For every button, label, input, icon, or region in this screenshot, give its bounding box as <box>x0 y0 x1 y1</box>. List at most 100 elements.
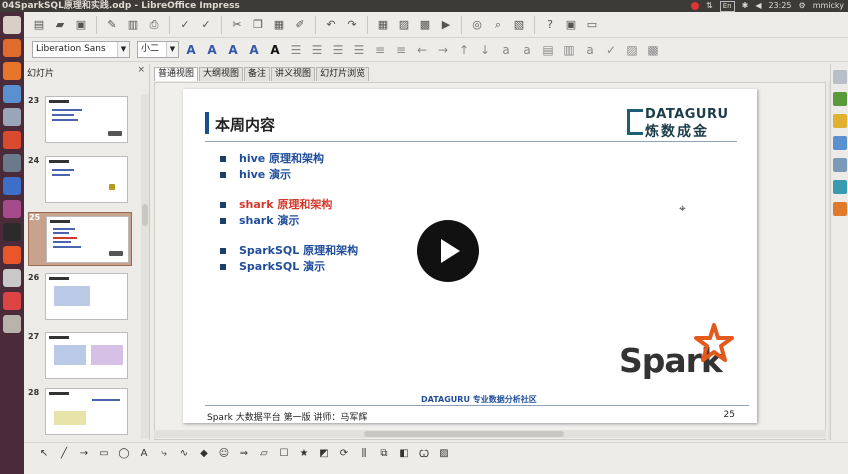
area-color-icon[interactable]: ▩ <box>644 41 662 59</box>
video-play-button[interactable] <box>417 220 479 282</box>
terminal-alt-icon[interactable] <box>3 108 21 126</box>
select-arrow-icon[interactable]: ↖ <box>36 446 52 460</box>
slide-thumbnail[interactable]: 24 <box>28 156 134 210</box>
scrollbar-thumb[interactable] <box>364 431 564 437</box>
rotate-icon[interactable]: ⟳ <box>336 446 352 460</box>
record-icon[interactable] <box>691 2 700 10</box>
symbol-shapes-icon[interactable]: ☺ <box>216 446 232 460</box>
bullet-list[interactable]: hive 原理和架构 hive 演示 shark 原理和架构 shark 演示 … <box>219 151 358 275</box>
rectangle-icon[interactable]: ▭ <box>96 446 112 460</box>
master-slides-icon[interactable] <box>833 92 847 106</box>
italic-icon[interactable]: A <box>203 41 221 59</box>
horizontal-scrollbar[interactable] <box>154 430 826 438</box>
cut-icon[interactable]: ✂ <box>228 16 246 34</box>
slideshow-icon[interactable]: ▣ <box>562 16 580 34</box>
settings-icon[interactable] <box>3 154 21 172</box>
network-icon[interactable]: ⇅ <box>706 0 713 12</box>
spellcheck-icon[interactable]: ✓ <box>176 16 194 34</box>
user-name[interactable]: mmicky <box>813 0 844 12</box>
gear-icon[interactable]: ⚙ <box>799 0 806 12</box>
slide-thumbnail[interactable]: 27 <box>28 332 134 386</box>
numbering-icon[interactable]: ≡ <box>392 41 410 59</box>
underline-icon[interactable]: A <box>224 41 242 59</box>
properties-icon[interactable] <box>833 70 847 84</box>
align-right-icon[interactable]: ☰ <box>329 41 347 59</box>
text-icon[interactable]: A <box>136 446 152 460</box>
slide-thumbnail[interactable]: 23 <box>28 96 134 150</box>
picture-icon[interactable]: ▩ <box>416 16 434 34</box>
bold-icon[interactable]: A <box>182 41 200 59</box>
clone-format-icon[interactable]: ✐ <box>291 16 309 34</box>
paragraph-icon[interactable]: ▥ <box>560 41 578 59</box>
font-color-icon[interactable]: A <box>266 41 284 59</box>
font-name-combo[interactable]: Liberation Sans ▼ <box>32 41 130 58</box>
movie-icon[interactable]: ▶ <box>437 16 455 34</box>
arrow-line-icon[interactable]: → <box>76 446 92 460</box>
navigator-icon[interactable]: ◎ <box>468 16 486 34</box>
dash-icon[interactable] <box>3 16 21 34</box>
bluetooth-icon[interactable]: ✱ <box>742 0 749 12</box>
styles-icon[interactable] <box>833 158 847 172</box>
callouts-icon[interactable]: ☐ <box>276 446 292 460</box>
gallery-sidebar-icon[interactable] <box>833 180 847 194</box>
tab-slide-sorter[interactable]: 幻灯片浏览 <box>316 67 370 81</box>
spelling-icon[interactable]: ✓ <box>602 41 620 59</box>
text-editor-icon[interactable] <box>3 200 21 218</box>
increase-font-icon[interactable]: a <box>497 41 515 59</box>
arrow-left-icon[interactable]: ← <box>413 41 431 59</box>
line-spacing-icon[interactable]: ▤ <box>539 41 557 59</box>
impress-icon[interactable] <box>3 246 21 264</box>
open-folder-icon[interactable]: ▰ <box>51 16 69 34</box>
align-icon[interactable]: ⫼ <box>356 446 372 460</box>
undo-icon[interactable]: ↶ <box>322 16 340 34</box>
shapes-icon[interactable]: ◆ <box>196 446 212 460</box>
new-slide-icon[interactable]: ▭ <box>583 16 601 34</box>
table-icon[interactable]: ▦ <box>374 16 392 34</box>
slide-panel-scrollbar[interactable] <box>141 94 149 438</box>
line-icon[interactable]: ╱ <box>56 446 72 460</box>
font-size-combo[interactable]: 小二 ▼ <box>137 41 179 58</box>
fontwork-icon[interactable]: ▨ <box>623 41 641 59</box>
print-icon[interactable]: ⎙ <box>145 16 163 34</box>
character-icon[interactable]: a <box>581 41 599 59</box>
copy-icon[interactable]: ❐ <box>249 16 267 34</box>
tab-normal[interactable]: 普通视图 <box>154 67 199 81</box>
decrease-font-icon[interactable]: a <box>518 41 536 59</box>
chevron-down-icon[interactable]: ▼ <box>117 42 129 57</box>
tab-notes[interactable]: 备注 <box>244 67 271 81</box>
slide-thumbnail[interactable]: 26 <box>28 273 134 327</box>
flowchart-icon[interactable]: ▱ <box>256 446 272 460</box>
trash-icon[interactable] <box>3 315 21 333</box>
paste-icon[interactable]: ▦ <box>270 16 288 34</box>
scrollbar-thumb[interactable] <box>142 204 148 226</box>
chart-icon[interactable]: ▨ <box>395 16 413 34</box>
stars-icon[interactable]: ★ <box>296 446 312 460</box>
slide-title[interactable]: 本周内容 <box>215 114 275 135</box>
3d-objects-icon[interactable]: ◩ <box>316 446 332 460</box>
curve-icon[interactable]: ∿ <box>176 446 192 460</box>
ubuntu-one-icon[interactable] <box>3 292 21 310</box>
extrusion-icon[interactable]: ◧ <box>396 446 412 460</box>
edit-file-icon[interactable]: ✎ <box>103 16 121 34</box>
transition-icon[interactable] <box>833 136 847 150</box>
tab-outline[interactable]: 大纲视图 <box>199 67 244 81</box>
tab-handout[interactable]: 讲义视图 <box>271 67 316 81</box>
fontwork-gallery-icon[interactable]: Ꞷ <box>416 446 432 460</box>
files-icon[interactable] <box>3 39 21 57</box>
autospellcheck-icon[interactable]: ✓ <box>197 16 215 34</box>
ellipse-icon[interactable]: ◯ <box>116 446 132 460</box>
animation-icon[interactable] <box>833 114 847 128</box>
document-icon[interactable] <box>3 269 21 287</box>
virtualbox-icon[interactable] <box>3 85 21 103</box>
align-left-icon[interactable]: ☰ <box>287 41 305 59</box>
terminal-icon[interactable] <box>3 223 21 241</box>
new-document-icon[interactable]: ▤ <box>30 16 48 34</box>
browser-icon[interactable] <box>3 177 21 195</box>
firefox-icon[interactable] <box>3 62 21 80</box>
arrow-right-icon[interactable]: → <box>434 41 452 59</box>
slide-thumbnail[interactable]: 28 <box>28 388 134 442</box>
slide-workspace[interactable]: 本周内容 DATAGURU 炼数成金 hive 原理和架构 hive 演示 sh… <box>154 82 826 440</box>
align-center-icon[interactable]: ☰ <box>308 41 326 59</box>
slide-thumbnail-selected[interactable]: 25 <box>28 212 132 266</box>
connector-icon[interactable]: ⤷ <box>156 446 172 460</box>
